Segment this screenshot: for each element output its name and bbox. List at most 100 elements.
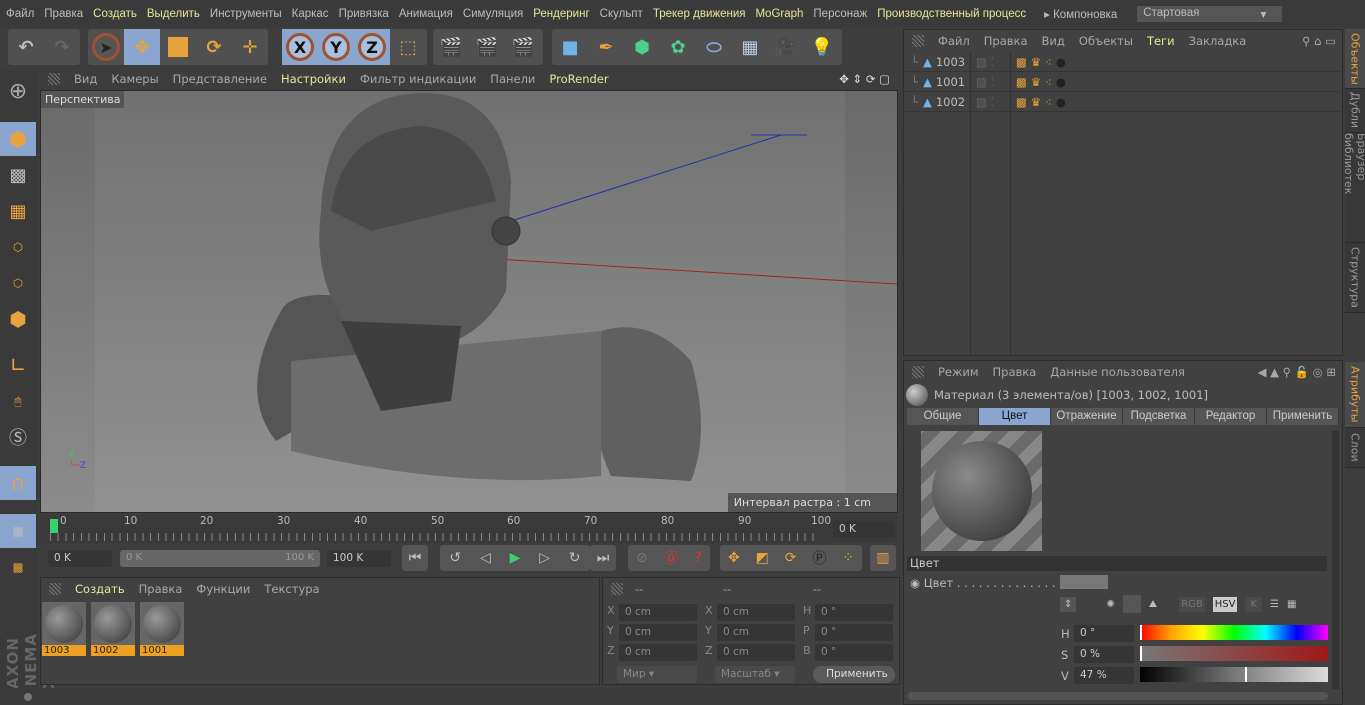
color-swatch[interactable] [1060, 575, 1108, 589]
texture-mode-icon[interactable]: ▩ [0, 158, 36, 192]
attr-menu-mode[interactable]: Режим [938, 365, 979, 379]
selection-tag-icon[interactable]: ⁖ [1045, 55, 1056, 69]
attr-nav-icons[interactable]: ◀ ▲ ⚲ 🔓 ◎ ⊞ [1258, 365, 1336, 379]
om-menu-objects[interactable]: Объекты [1079, 34, 1133, 48]
subdivision-icon[interactable]: ⬢ [624, 29, 660, 65]
camera-icon[interactable]: 🎥 [768, 29, 804, 65]
slider-handle[interactable] [1244, 667, 1247, 682]
key-position-icon[interactable]: ✥ [728, 550, 740, 566]
vp-menu-options[interactable]: Настройки [281, 72, 346, 86]
om-menu-file[interactable]: Файл [938, 34, 970, 48]
phong-tag-icon[interactable]: ♛ [1031, 55, 1045, 69]
menu-sculpt[interactable]: Скульпт [600, 8, 643, 20]
visibility-dots-icon[interactable]: ▨ ⁚ [976, 75, 1016, 89]
selection-tag-icon[interactable]: ⁖ [1045, 75, 1056, 89]
visibility-dots-icon[interactable]: ▨ ⁚ [976, 55, 1016, 69]
image-icon[interactable]: ⛰ [1149, 599, 1157, 610]
timeline-window-icon[interactable]: ▥ [870, 545, 896, 571]
object-tags[interactable]: ▩♛⁖● [1016, 75, 1070, 89]
mat-menu-texture[interactable]: Текстура [264, 582, 319, 596]
visibility-dots-icon[interactable]: ▨ ⁚ [976, 95, 1016, 109]
texture-tag-icon[interactable]: ▩ [1016, 95, 1031, 109]
vp-menu-display[interactable]: Представление [173, 72, 267, 86]
om-menu-bookmarks[interactable]: Закладка [1189, 34, 1247, 48]
last-tool-icon[interactable]: ✛ [232, 29, 268, 65]
playhead[interactable] [50, 519, 58, 533]
keyframe-selection-icon[interactable]: ? [694, 550, 701, 566]
coord-field[interactable]: 0 ° [815, 644, 893, 661]
mat-menu-create[interactable]: Создать [75, 582, 125, 596]
vp-menu-view[interactable]: Вид [74, 72, 97, 86]
object-name[interactable]: 1001 [936, 75, 976, 89]
points-mode-icon[interactable]: ⬡ [0, 230, 36, 264]
prev-frame-icon[interactable]: ◁ [480, 550, 491, 566]
material-tag-icon[interactable]: ● [1056, 55, 1070, 69]
record-icon[interactable]: ⊘ [636, 550, 648, 566]
mat-menu-edit[interactable]: Правка [139, 582, 183, 596]
frame-range-slider[interactable]: 0 K 100 K [120, 550, 320, 567]
workplane-icon[interactable]: ▦ [0, 194, 36, 228]
material-swatch[interactable]: 1001 [140, 602, 184, 656]
tab-structure[interactable]: Структура [1345, 243, 1365, 313]
hue-field[interactable]: 0 ° [1074, 625, 1134, 642]
x-axis-icon[interactable]: X [282, 29, 318, 65]
tab-attributes[interactable]: Атрибуты [1345, 362, 1365, 428]
viewport-camera-label[interactable]: Перспектива [41, 91, 125, 108]
end-frame-field[interactable]: 100 K [327, 550, 391, 567]
autokey-icon[interactable]: ⓪ [664, 548, 678, 568]
coord-scale-select[interactable]: Масштаб ▾ [715, 666, 795, 683]
material-swatch[interactable]: 1003 [42, 602, 86, 656]
menu-pipeline[interactable]: Производственный процесс [877, 8, 1026, 20]
key-pla-icon[interactable]: ⁘ [842, 550, 854, 566]
tweak-mode-icon[interactable]: 🖱 [0, 384, 36, 418]
tab-reflectance[interactable]: Отражение [1051, 408, 1123, 425]
move-tool-icon[interactable]: ✥ [124, 29, 160, 65]
coord-field[interactable]: 0 cm [717, 624, 795, 641]
color-wheel-icon[interactable]: ✺ [1106, 599, 1114, 610]
coord-field[interactable]: 0 ° [815, 604, 893, 621]
om-menu-tags[interactable]: Теги [1147, 34, 1175, 48]
animate-radio-icon[interactable]: ◉ [910, 576, 920, 590]
menu-snap[interactable]: Привязка [339, 8, 389, 20]
undo-icon[interactable]: ↶ [8, 29, 44, 65]
next-key-icon[interactable]: ↻ [569, 550, 581, 566]
object-row[interactable]: └ ▲ 1002 ▨ ⁚ ▩♛⁖● [905, 92, 1340, 112]
material-preview[interactable] [921, 431, 1042, 551]
attr-menu-userdata[interactable]: Данные пользователя [1050, 365, 1185, 379]
om-search-icon[interactable]: ⚲ ⌂ ▭ [1302, 34, 1336, 48]
grip-handle[interactable] [912, 366, 924, 378]
coord-field[interactable]: 0 cm [717, 604, 795, 621]
tab-basic[interactable]: Общие [907, 408, 979, 425]
saturation-slider[interactable] [1140, 646, 1328, 661]
kelvin-button[interactable]: K [1245, 596, 1263, 612]
mat-menu-function[interactable]: Функции [196, 582, 250, 596]
tab-objects[interactable]: Объекты [1345, 29, 1365, 89]
timeline-ruler[interactable]: 0 10 20 30 40 50 60 70 80 90 100 0 K [40, 515, 898, 543]
vertical-scrollbar[interactable] [1332, 431, 1339, 689]
hue-slider[interactable] [1140, 625, 1328, 640]
texture-tag-icon[interactable]: ▩ [1016, 55, 1031, 69]
slider-handle[interactable] [1140, 625, 1142, 640]
coord-mode-select[interactable]: Мир ▾ [617, 666, 697, 683]
prev-key-icon[interactable]: ↺ [449, 550, 461, 566]
vp-menu-panel[interactable]: Панели [490, 72, 535, 86]
polygons-mode-icon[interactable]: ⬢ [0, 302, 36, 336]
soft-selection-icon[interactable]: Ⓢ [0, 420, 36, 454]
vp-menu-prorender[interactable]: ProRender [549, 72, 608, 86]
menu-create[interactable]: Создать [93, 8, 137, 20]
coord-field[interactable]: 0 cm [619, 624, 697, 641]
grip-handle[interactable] [48, 73, 60, 85]
material-tag-icon[interactable]: ● [1056, 75, 1070, 89]
floor-icon[interactable]: ▦ [732, 29, 768, 65]
model-mode-icon[interactable]: ⬢ [0, 122, 36, 156]
menu-render[interactable]: Рендеринг [533, 8, 589, 20]
coord-apply-button[interactable]: Применить [813, 666, 895, 683]
vp-menu-filter[interactable]: Фильтр индикации [360, 72, 476, 86]
menu-character[interactable]: Персонаж [813, 8, 867, 20]
rotate-tool-icon[interactable]: ⟳ [196, 29, 232, 65]
object-name[interactable]: 1003 [936, 55, 976, 69]
coord-field[interactable]: 0 ° [815, 624, 893, 641]
menu-edit[interactable]: Правка [44, 8, 83, 20]
selection-tag-icon[interactable]: ⁖ [1045, 95, 1056, 109]
deformer-icon[interactable]: ⬭ [696, 29, 732, 65]
